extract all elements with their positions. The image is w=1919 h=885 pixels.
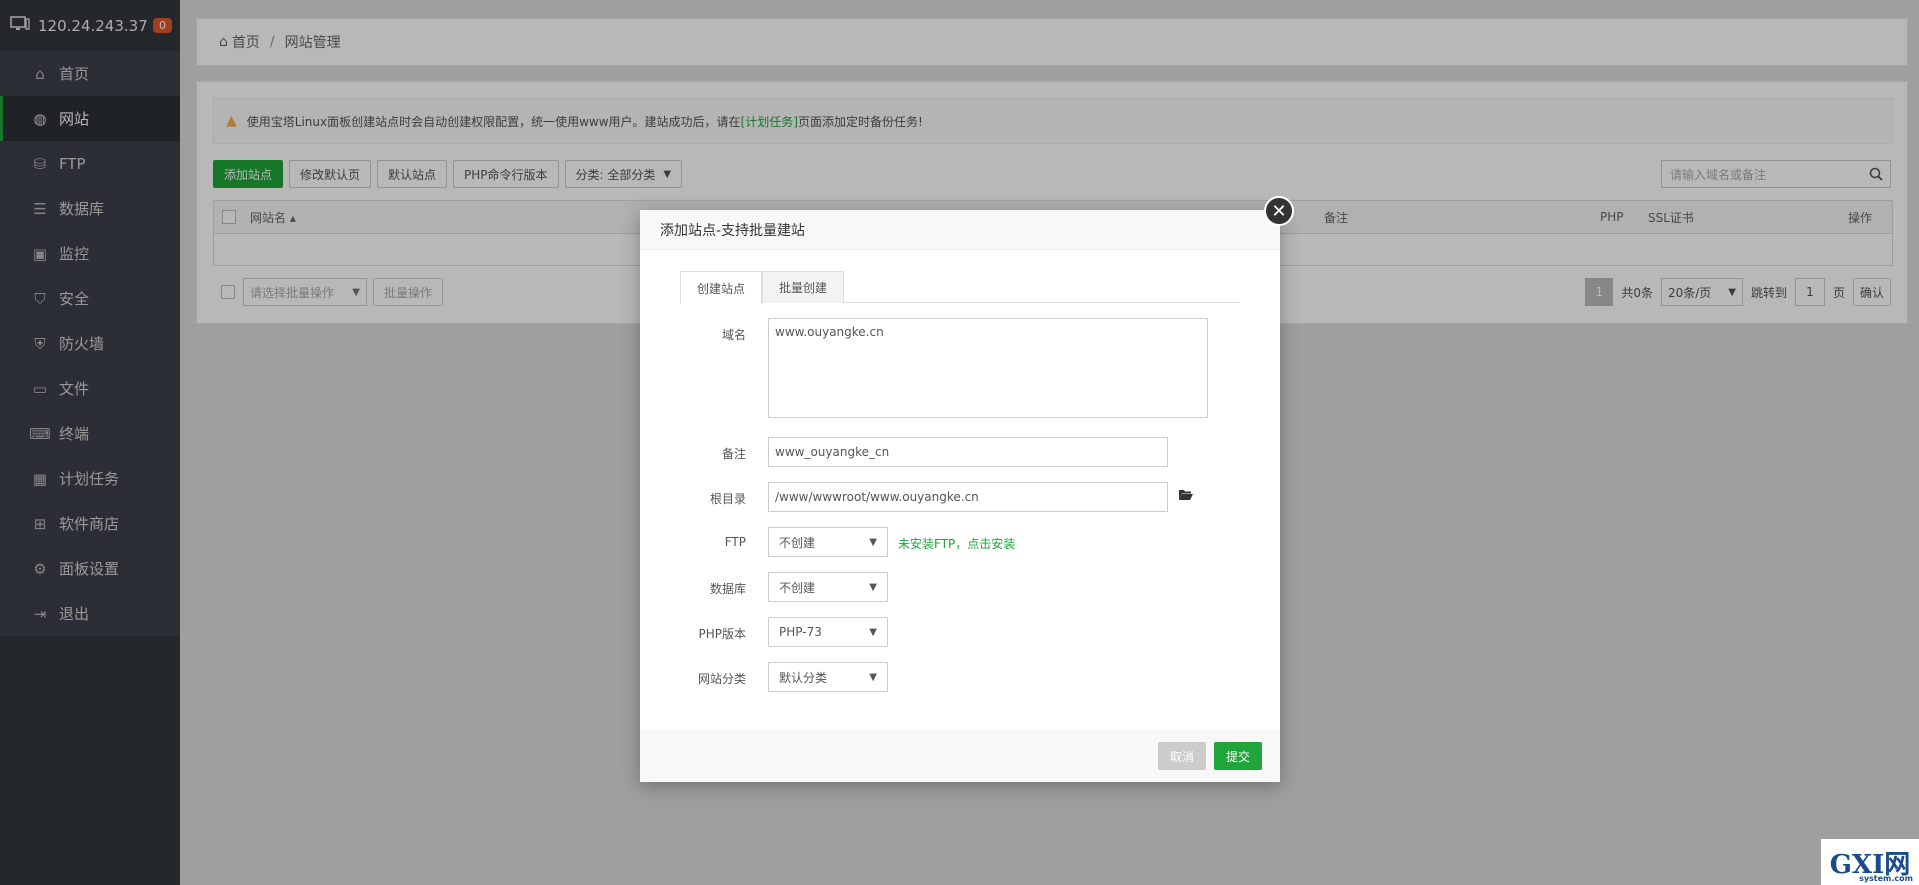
add-site-dialog: 添加站点-支持批量建站 ✕ 创建站点 批量创建 域名 www.ouyangke.… [640, 196, 1294, 782]
folder-open-icon[interactable] [1178, 482, 1194, 504]
database-label: 数据库 [709, 582, 746, 596]
root-label: 根目录 [709, 492, 746, 506]
database-row: 数据库 不创建 ▼ [680, 572, 888, 602]
dialog-footer: 取消 提交 [640, 730, 1280, 782]
domain-label: 域名 [721, 328, 746, 342]
ftp-row: FTP 不创建 ▼ 未安装FTP，点击安装 [680, 527, 1015, 557]
tab-create-site[interactable]: 创建站点 [680, 271, 763, 304]
remark-input[interactable]: www_ouyangke_cn [768, 437, 1168, 467]
watermark-logo: GXI网 system.com [1821, 839, 1919, 885]
site-category-select[interactable]: 默认分类 ▼ [768, 662, 888, 692]
close-icon[interactable]: ✕ [1264, 196, 1294, 226]
remark-row: 备注 www_ouyangke_cn [680, 437, 1168, 467]
dialog-title: 添加站点-支持批量建站 [640, 210, 1280, 250]
database-select[interactable]: 不创建 ▼ [768, 572, 888, 602]
cancel-button[interactable]: 取消 [1157, 742, 1206, 770]
root-dir-input[interactable]: /www/wwwroot/www.ouyangke.cn [768, 482, 1168, 512]
install-ftp-link[interactable]: 未安装FTP，点击安装 [898, 527, 1015, 552]
ftp-label: FTP [724, 535, 746, 549]
tab-batch-create[interactable]: 批量创建 [762, 271, 845, 303]
domain-textarea[interactable]: www.ouyangke.cn [768, 318, 1208, 418]
ftp-select[interactable]: 不创建 ▼ [768, 527, 888, 557]
chevron-down-icon: ▼ [869, 581, 877, 593]
php-version-select[interactable]: PHP-73 ▼ [768, 617, 888, 647]
root-row: 根目录 /www/wwwroot/www.ouyangke.cn [680, 482, 1194, 512]
chevron-down-icon: ▼ [869, 536, 877, 548]
category-row: 网站分类 默认分类 ▼ [680, 662, 888, 692]
watermark-sub: system.com [1859, 874, 1913, 883]
domain-row: 域名 www.ouyangke.cn [680, 318, 1208, 418]
chevron-down-icon: ▼ [869, 626, 877, 638]
category-label: 网站分类 [697, 672, 746, 686]
remark-label: 备注 [721, 447, 746, 461]
php-row: PHP版本 PHP-73 ▼ [680, 617, 888, 647]
dialog-tabs: 创建站点 批量创建 [680, 271, 1240, 304]
php-label: PHP版本 [698, 627, 747, 641]
chevron-down-icon: ▼ [869, 671, 877, 683]
submit-button[interactable]: 提交 [1213, 742, 1262, 770]
